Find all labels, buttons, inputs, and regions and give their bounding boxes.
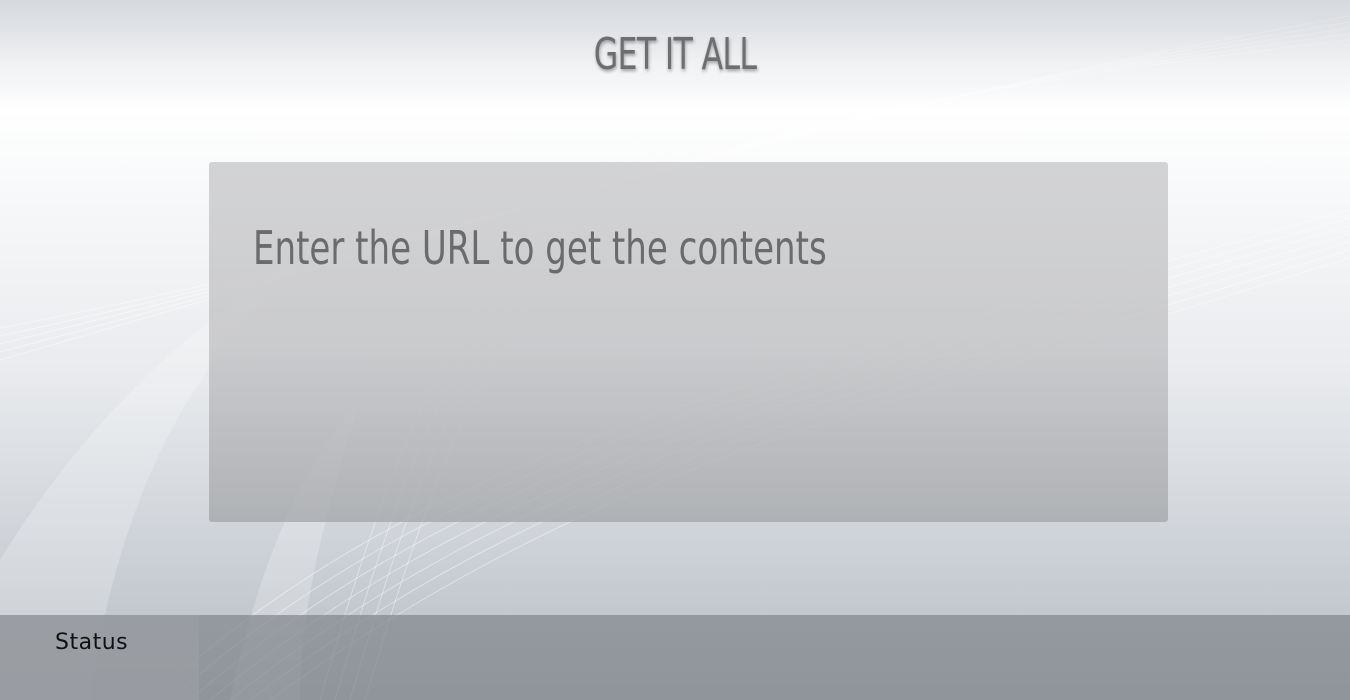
url-input-panel[interactable]: Enter the URL to get the contents (209, 162, 1168, 522)
page-title: GET IT ALL (593, 29, 757, 80)
status-label: Status (55, 630, 129, 655)
url-input[interactable] (251, 210, 1121, 290)
status-bar: Status (0, 615, 1350, 700)
status-label-box: Status (0, 615, 199, 700)
